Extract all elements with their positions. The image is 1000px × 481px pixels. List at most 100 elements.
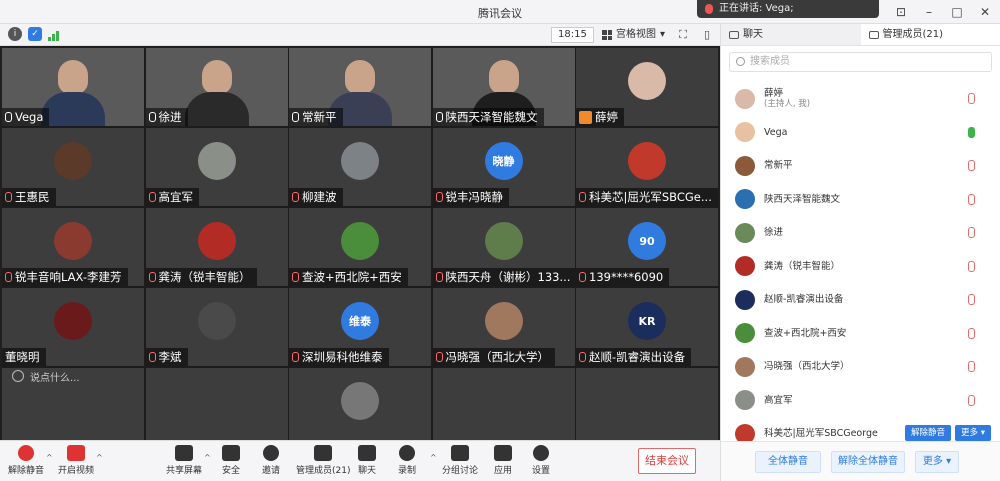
participant-tile[interactable]: 龚涛（锐丰智能）	[145, 208, 288, 286]
mic-muted-icon[interactable]	[968, 260, 975, 272]
mic-muted-icon[interactable]	[968, 394, 975, 406]
participant-name-bar: 锐丰音响LAX-李建芳	[2, 268, 128, 286]
mute-all-button[interactable]: 全体静音	[755, 451, 821, 473]
mic-muted-icon[interactable]	[968, 193, 975, 205]
manage-members-label: 管理成员(21)	[296, 466, 351, 476]
participant-tile[interactable]: 科美芯|屈光军SBCGe...	[576, 128, 718, 206]
mic-muted-icon	[5, 192, 12, 202]
member-row[interactable]: 冯晓强（西北大学）	[721, 350, 1000, 384]
toggle-panel-icon[interactable]: ▯	[700, 28, 714, 42]
member-row[interactable]: 徐进	[721, 216, 1000, 250]
participant-tile[interactable]: 李斌	[145, 288, 288, 366]
chevron-up-icon[interactable]: ^	[204, 453, 211, 462]
participant-tile[interactable]: 高宜军	[145, 128, 288, 206]
member-row[interactable]: 龚涛（锐丰智能）	[721, 250, 1000, 284]
participant-tile[interactable]: 常新平	[289, 48, 431, 126]
member-search-input[interactable]: 搜索成员	[729, 52, 992, 72]
mic-muted-icon	[579, 272, 586, 282]
chevron-up-icon[interactable]: ^	[46, 453, 53, 462]
member-row[interactable]: 常新平	[721, 149, 1000, 183]
emoji-icon[interactable]	[12, 370, 24, 382]
manage-members-button[interactable]: 管理成员(21)	[296, 445, 350, 476]
mic-muted-icon	[435, 272, 443, 282]
unmute-button[interactable]: 解除静音	[8, 445, 44, 476]
start-video-button[interactable]: 开启视频	[58, 445, 94, 476]
mic-muted-icon[interactable]	[968, 227, 975, 238]
member-unmute-button[interactable]: 解除静音	[905, 425, 952, 441]
participant-tile[interactable]: 陕西天舟（谢彬）133...	[432, 208, 575, 286]
speaker-mic-icon	[705, 4, 713, 14]
signal-icon[interactable]	[48, 27, 62, 41]
participant-tile[interactable]: 90 139****6090	[576, 208, 718, 286]
participant-name-bar: 锐丰冯晓静	[432, 188, 509, 206]
security-button[interactable]: 安全	[222, 445, 240, 476]
shield-icon[interactable]: ✓	[28, 27, 42, 41]
member-name: 科美芯|屈光军SBCGeorge	[764, 428, 878, 440]
minimize-icon[interactable]: –	[920, 3, 938, 21]
mic-muted-icon[interactable]	[968, 327, 975, 339]
member-row[interactable]: 陕西天泽智能魏文	[721, 183, 1000, 217]
member-row[interactable]: 高宜军	[721, 384, 1000, 418]
end-meeting-button[interactable]: 结束会议	[638, 448, 696, 474]
settings-button[interactable]: 设置	[532, 445, 550, 476]
mic-muted-icon	[148, 192, 156, 202]
participant-tile[interactable]: 冯晓强（西北大学）	[432, 288, 575, 366]
maximize-icon[interactable]: □	[948, 3, 966, 21]
participant-tile[interactable]: 锐丰音响LAX-李建芳	[2, 208, 144, 286]
unmute-all-button[interactable]: 解除全体静音	[831, 451, 905, 473]
avatar	[197, 142, 236, 180]
participant-tile[interactable]: 王惠民	[2, 128, 144, 206]
breakout-button[interactable]: 分组讨论	[442, 445, 478, 476]
avatar	[628, 142, 666, 180]
avatar	[735, 189, 755, 210]
pin-icon[interactable]: ⊡	[892, 3, 910, 21]
chat-input[interactable]: 说点什么...	[12, 368, 112, 384]
share-screen-button[interactable]: 共享屏幕	[166, 445, 202, 476]
mic-muted-icon	[148, 272, 156, 282]
participant-tile[interactable]: 柳建波	[289, 128, 431, 206]
invite-button[interactable]: 邀请	[262, 445, 280, 476]
member-name: 龚涛（锐丰智能）	[764, 260, 841, 272]
mic-muted-icon[interactable]	[968, 160, 975, 171]
mic-muted-icon[interactable]	[968, 93, 975, 104]
avatar	[735, 222, 755, 243]
participant-tile[interactable]: 董晓明	[2, 288, 144, 366]
member-name: 高宜军	[764, 394, 793, 406]
member-more-button[interactable]: 更多 ▾	[955, 425, 991, 441]
participant-tile[interactable]	[289, 368, 431, 446]
mic-muted-icon[interactable]	[968, 294, 975, 305]
tab-chat[interactable]: 聊天	[721, 24, 861, 45]
breakout-icon	[451, 445, 469, 461]
more-button[interactable]: 更多 ▾	[915, 451, 959, 473]
tab-members[interactable]: 管理成员(21)	[860, 24, 1000, 45]
participant-tile[interactable]: 维泰 深圳易科他维泰	[289, 288, 431, 366]
member-row[interactable]: 查波+西北院+西安	[721, 317, 1000, 351]
member-row[interactable]: Vega	[721, 116, 1000, 150]
fullscreen-icon[interactable]: ⛶	[676, 28, 690, 42]
participant-tile[interactable]: Vega	[2, 48, 144, 126]
close-icon[interactable]: ✕	[976, 3, 994, 21]
apps-button[interactable]: 应用	[494, 445, 512, 476]
participant-tile[interactable]: KR 赵顺-凯睿演出设备	[576, 288, 718, 366]
record-button[interactable]: 录制	[398, 445, 416, 476]
participant-name-bar: 陕西天舟（谢彬）133...	[432, 268, 575, 286]
mic-muted-icon	[292, 352, 299, 362]
mic-muted-icon[interactable]	[968, 361, 975, 372]
info-icon[interactable]: i	[8, 27, 22, 41]
chevron-up-icon[interactable]: ^	[430, 453, 437, 462]
chat-button[interactable]: 聊天	[358, 445, 376, 476]
participant-tile[interactable]: 晓静 锐丰冯晓静	[432, 128, 575, 206]
view-mode-dropdown[interactable]: 宫格视图 ▾	[596, 27, 671, 43]
member-row[interactable]: 赵顺-凯睿演出设备	[721, 283, 1000, 317]
participant-name: 科美芯|屈光军SBCGe...	[589, 190, 712, 204]
participant-tile[interactable]: 查波+西北院+西安	[289, 208, 431, 286]
mic-icon[interactable]	[968, 126, 975, 138]
participant-tile[interactable]: 徐进	[145, 48, 288, 126]
participant-tile[interactable]: 薛婷	[576, 48, 718, 126]
participant-tile[interactable]: 陕西天泽智能魏文	[432, 48, 575, 126]
member-row[interactable]: 薛婷 (主持人, 我)	[721, 82, 1000, 116]
participant-name: 龚涛（锐丰智能）	[158, 270, 251, 284]
participant-name-bar: 龚涛（锐丰智能）	[145, 268, 257, 286]
chat-label: 聊天	[358, 466, 377, 476]
chevron-up-icon[interactable]: ^	[96, 453, 103, 462]
